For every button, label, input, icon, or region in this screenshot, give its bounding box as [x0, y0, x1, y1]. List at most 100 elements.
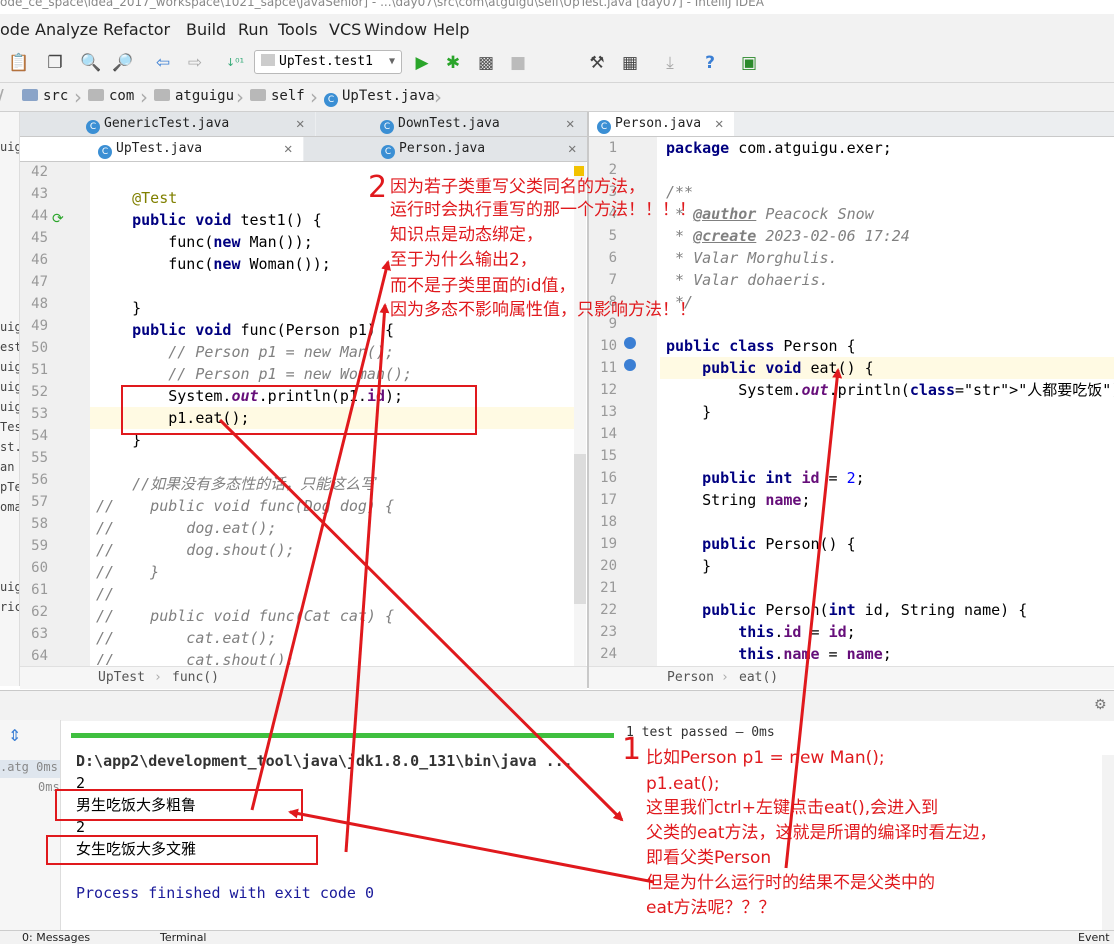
tree-item[interactable]: pTe [0, 480, 19, 494]
implemented-marker-icon[interactable] [624, 337, 636, 349]
menu-build[interactable]: Build [186, 20, 226, 39]
tree-item[interactable]: Tes [0, 420, 19, 434]
menu-help[interactable]: Help [433, 20, 469, 39]
code-line[interactable]: this.name = name; [666, 643, 892, 665]
code-line[interactable]: // dog.shout(); [96, 539, 295, 561]
code-line[interactable]: // Person p1 = new Woman(); [96, 363, 412, 385]
right-code[interactable]: package com.atguigu.exer;/** * @author P… [666, 137, 1114, 665]
code-line[interactable]: // dog.eat(); [96, 517, 277, 539]
breadcrumb-com[interactable]: com [88, 88, 134, 104]
tab-generictest[interactable]: C GenericTest.java ✕ [20, 112, 315, 136]
code-line[interactable]: func(new Man()); [96, 231, 313, 253]
code-line[interactable]: String name; [666, 489, 810, 511]
close-icon[interactable]: ✕ [568, 137, 576, 161]
close-icon[interactable]: ✕ [715, 112, 723, 136]
code-line[interactable]: this.id = id; [666, 621, 855, 643]
menu-refactor[interactable]: Refactor [103, 20, 170, 39]
menu-run[interactable]: Run [238, 20, 269, 39]
code-line[interactable]: // } [96, 561, 159, 583]
code-line[interactable]: @Test [96, 187, 177, 209]
code-line[interactable]: public Person(int id, String name) { [666, 599, 1027, 621]
crumb-method[interactable]: func() [172, 667, 219, 689]
help-icon[interactable]: ? [699, 52, 721, 74]
tool-messages[interactable]: 0: Messages [22, 931, 90, 944]
crumb-class[interactable]: Person [667, 667, 714, 689]
tree-item[interactable]: an [0, 460, 14, 474]
code-line[interactable]: * Valar dohaeris. [666, 269, 829, 291]
tree-item[interactable]: uig [0, 580, 19, 594]
code-line[interactable]: public void test1() { [96, 209, 322, 231]
tree-item[interactable]: oma [0, 500, 19, 514]
breadcrumb-self[interactable]: self [250, 88, 305, 104]
tool-event-log[interactable]: Event [1078, 931, 1110, 944]
code-line[interactable]: func(new Woman()); [96, 253, 331, 275]
menu-code[interactable]: ode [0, 20, 30, 39]
menu-vcs[interactable]: VCS [329, 20, 361, 39]
implemented-marker-icon[interactable] [624, 359, 636, 371]
settings-wrench-icon[interactable]: ⚒ [586, 52, 608, 74]
tree-item[interactable]: uig [0, 400, 19, 414]
code-line[interactable]: System.out.println(class="str">"人都要吃饭"); [666, 379, 1114, 401]
forward-arrow-icon[interactable]: ⇨ [184, 52, 206, 74]
download-icon[interactable]: ⤓ [659, 52, 681, 74]
tab-person-right[interactable]: C Person.java ✕ [589, 112, 734, 136]
tab-downtest[interactable]: C DownTest.java ✕ [316, 112, 587, 136]
crumb-method[interactable]: eat() [739, 667, 778, 689]
code-line[interactable]: // public void func(Cat cat) { [96, 605, 394, 627]
test-tree-root[interactable]: .atg 0ms [0, 760, 60, 778]
tree-item[interactable]: uig [0, 360, 19, 374]
code-line[interactable]: // public void func(Dog dog) { [96, 495, 394, 517]
code-line[interactable]: // cat.eat(); [96, 627, 277, 649]
breadcrumb-file[interactable]: C UpTest.java [324, 88, 435, 107]
code-line[interactable]: public Person() { [666, 533, 856, 555]
run-test-gutter-icon[interactable]: ⟳ [52, 211, 64, 227]
code-line[interactable]: public void func(Person p1) { [96, 319, 394, 341]
code-line[interactable]: // Person p1 = new Man(); [96, 341, 394, 363]
breadcrumb-atguigu[interactable]: atguigu [154, 88, 234, 104]
settings-gear-icon[interactable]: ⚙ [1094, 697, 1107, 713]
tree-item[interactable]: est [0, 340, 19, 354]
clipboard-icon[interactable]: 📋 [8, 52, 30, 74]
coverage-icon[interactable]: ▩ [475, 52, 497, 74]
code-line[interactable]: * @create 2023-02-06 17:24 [666, 225, 910, 247]
code-line[interactable]: public void eat() { [666, 357, 874, 379]
code-line[interactable]: * Valar Morghulis. [666, 247, 838, 269]
console-scrollbar[interactable] [1102, 755, 1114, 930]
tree-item[interactable]: uig [0, 380, 19, 394]
scrollbar-thumb[interactable] [574, 454, 586, 604]
code-line[interactable]: //如果没有多态性的话，只能这么写 [96, 473, 375, 495]
tree-item[interactable]: uig [0, 140, 19, 154]
close-icon[interactable]: ✕ [296, 112, 304, 136]
search-icon[interactable]: 🔍 [80, 52, 102, 74]
code-line[interactable]: } [666, 401, 711, 423]
replace-icon[interactable]: 🔎 [112, 52, 134, 74]
debug-bug-icon[interactable]: ✱ [442, 52, 464, 74]
close-icon[interactable]: ✕ [284, 137, 292, 161]
tab-person[interactable]: C Person.java ✕ [304, 137, 587, 161]
breadcrumb-src[interactable]: src [22, 88, 68, 104]
close-icon[interactable]: ✕ [566, 112, 574, 136]
tree-item[interactable]: ric [0, 600, 19, 614]
tree-item[interactable]: uig [0, 320, 19, 334]
run-icon[interactable]: ▶ [411, 52, 433, 74]
tool-terminal[interactable]: Terminal [160, 931, 207, 944]
copy-icon[interactable]: ❐ [44, 52, 66, 74]
tree-item[interactable]: st. [0, 440, 19, 454]
tab-uptest[interactable]: C UpTest.java ✕ [20, 137, 303, 161]
code-line[interactable]: public class Person { [666, 335, 856, 357]
plugin-icon[interactable]: ▣ [738, 52, 760, 74]
code-line[interactable]: * @author Peacock Snow [666, 203, 874, 225]
editor-scrollbar[interactable] [574, 162, 586, 666]
menu-tools[interactable]: Tools [278, 20, 317, 39]
code-line[interactable]: // cat.shout(); [96, 649, 295, 665]
project-structure-icon[interactable]: ▦ [619, 52, 641, 74]
build-icon[interactable]: ↓⁰¹ [224, 52, 246, 74]
crumb-class[interactable]: UpTest [98, 667, 145, 689]
run-configuration-select[interactable]: UpTest.test1 ▼ [254, 50, 402, 74]
menu-window[interactable]: Window [364, 20, 427, 39]
menu-analyze[interactable]: Analyze [35, 20, 98, 39]
code-line[interactable]: // [96, 583, 114, 605]
stop-icon[interactable]: ■ [507, 52, 529, 74]
expand-all-icon[interactable]: ⇕ [8, 726, 21, 745]
code-line[interactable]: package com.atguigu.exer; [666, 137, 892, 159]
